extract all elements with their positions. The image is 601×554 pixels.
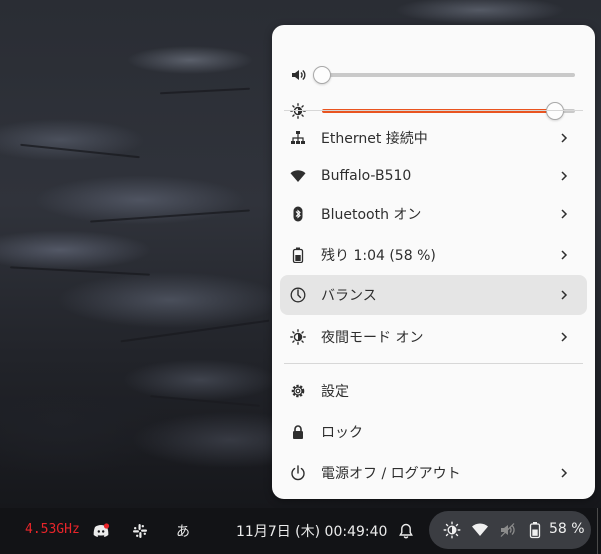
- chevron-right-icon: [561, 209, 568, 219]
- separator: [284, 363, 583, 364]
- wifi-status-icon: [472, 523, 488, 536]
- menu-item-ethernet[interactable]: Ethernet 接続中: [280, 118, 587, 158]
- menu-item-wifi[interactable]: Buffalo-B510: [280, 156, 587, 196]
- chevron-right-icon: [561, 250, 568, 260]
- battery-percentage: 58 %: [549, 521, 585, 537]
- ethernet-label: Ethernet 接続中: [321, 131, 428, 147]
- quick-settings-menu: Ethernet 接続中 Buffalo-B510 Bluetooth オン 残…: [272, 25, 595, 499]
- battery-status-icon: [529, 522, 541, 539]
- volume-muted-icon: [500, 523, 515, 537]
- power-profile-icon: [290, 287, 306, 303]
- chevron-right-icon: [561, 171, 568, 181]
- settings-icon: [291, 384, 305, 398]
- bluetooth-label: Bluetooth オン: [321, 207, 422, 223]
- night-light-label: 夜間モード オン: [321, 330, 424, 346]
- power-profile-label: バランス: [321, 288, 377, 304]
- chevron-right-icon: [561, 468, 568, 478]
- lock-label: ロック: [321, 425, 363, 441]
- notification-bell-icon[interactable]: [397, 522, 415, 540]
- wifi-icon: [290, 170, 306, 182]
- wifi-label: Buffalo-B510: [321, 168, 412, 184]
- clock[interactable]: 11月7日 (木) 00:49:40: [236, 521, 387, 541]
- volume-handle[interactable]: [313, 66, 331, 84]
- menu-item-lock[interactable]: ロック: [280, 412, 587, 452]
- slack-icon[interactable]: [131, 522, 149, 540]
- chevron-right-icon: [561, 290, 568, 300]
- battery-icon: [292, 247, 304, 263]
- input-method-indicator[interactable]: あ: [176, 521, 190, 541]
- power-icon: [291, 465, 305, 481]
- cpu-frequency-indicator[interactable]: 4.53GHz: [25, 522, 80, 537]
- night-light-status-icon: [443, 521, 461, 539]
- bluetooth-icon: [293, 206, 303, 222]
- menu-item-battery[interactable]: 残り 1:04 (58 %): [280, 235, 587, 275]
- lock-icon: [293, 425, 303, 439]
- volume-track[interactable]: [313, 66, 575, 84]
- night-light-icon: [290, 329, 306, 345]
- menu-item-power-off[interactable]: 電源オフ / ログアウト: [280, 453, 587, 493]
- menu-item-settings[interactable]: 設定: [280, 371, 587, 411]
- menu-item-bluetooth[interactable]: Bluetooth オン: [280, 194, 587, 234]
- menu-item-power-profile[interactable]: バランス: [280, 275, 587, 315]
- volume-slider[interactable]: [272, 60, 595, 90]
- chevron-right-icon: [561, 332, 568, 342]
- chevron-right-icon: [561, 133, 568, 143]
- system-status-area[interactable]: 58 %: [429, 511, 591, 549]
- power-off-label: 電源オフ / ログアウト: [321, 466, 461, 482]
- speaker-icon: [292, 69, 306, 81]
- panel-edge: [597, 508, 601, 554]
- battery-label: 残り 1:04 (58 %): [321, 248, 436, 264]
- menu-item-night-light[interactable]: 夜間モード オン: [280, 317, 587, 357]
- brightness-icon: [290, 103, 306, 119]
- discord-icon[interactable]: [92, 522, 110, 540]
- network-wired-icon: [291, 131, 305, 144]
- separator: [284, 110, 583, 111]
- settings-label: 設定: [321, 384, 349, 400]
